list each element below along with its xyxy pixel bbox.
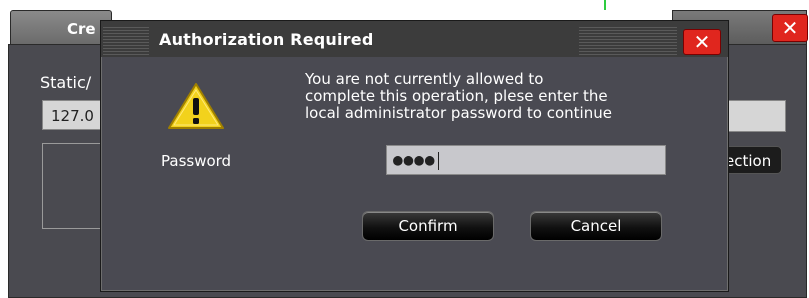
background-static-label: Static/ — [40, 73, 92, 92]
authorization-dialog: Authorization Required ✕ You are not cur… — [100, 20, 729, 292]
background-right-field[interactable] — [722, 100, 786, 132]
dialog-titlebar[interactable]: Authorization Required ✕ — [101, 21, 728, 57]
warning-icon — [168, 83, 224, 129]
cancel-button[interactable]: Cancel — [530, 211, 662, 241]
text-caret — [437, 151, 439, 170]
background-close-button[interactable]: ✕ — [772, 14, 808, 42]
dialog-title: Authorization Required — [159, 30, 374, 49]
background-window-tab[interactable]: Cre — [10, 10, 112, 45]
password-input[interactable]: ●●●● — [386, 145, 666, 175]
background-green-mark — [604, 0, 606, 10]
background-tab-label: Cre — [67, 20, 96, 38]
titlebar-right-stripe — [579, 27, 677, 55]
dialog-close-button[interactable]: ✕ — [683, 29, 721, 55]
confirm-button[interactable]: Confirm — [362, 211, 494, 241]
password-label: Password — [161, 152, 232, 170]
password-value: ●●●● — [393, 150, 436, 169]
dialog-message: You are not currently allowed to complet… — [305, 70, 612, 122]
titlebar-left-stripe — [103, 27, 149, 55]
background-top-edge — [0, 0, 809, 10]
